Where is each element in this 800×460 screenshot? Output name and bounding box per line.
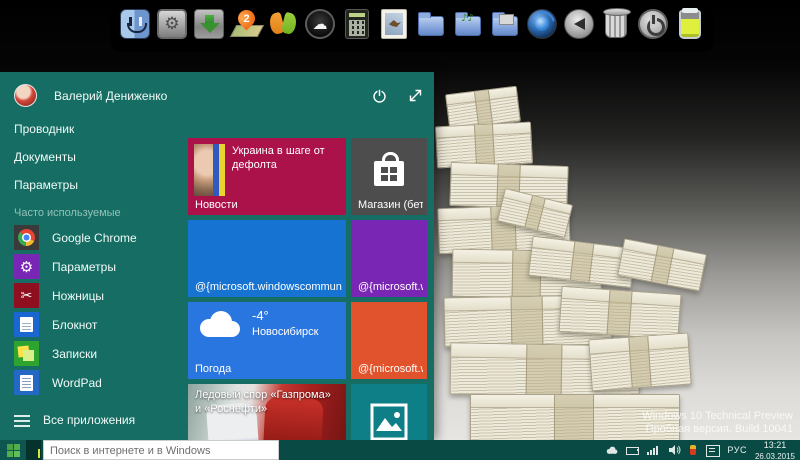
start-menu: Валерий Дениженко Проводник Документы Па… — [0, 72, 434, 440]
tile-store[interactable]: Магазин (бета-версия) — [351, 138, 427, 215]
app-item-wordpad[interactable]: WordPad — [14, 368, 137, 397]
money-stack — [588, 333, 691, 392]
search-input[interactable] — [44, 442, 278, 460]
windows-logo-icon — [7, 444, 20, 457]
desktop: Windows 10 Technical Preview Пробная вер… — [0, 0, 800, 460]
watermark-line2: Пробная версия. Build 10041 — [642, 423, 793, 436]
sticky-notes-icon — [14, 341, 39, 366]
app-item-settings[interactable]: ⚙ Параметры — [14, 252, 137, 281]
sport-headline: Ледовый спор «Газпрома» и «Роснефти» — [195, 388, 339, 416]
wordpad-icon — [14, 370, 39, 395]
nav-item-settings[interactable]: Параметры — [14, 179, 78, 191]
downloads-box-icon[interactable] — [191, 5, 227, 43]
trash-icon[interactable] — [598, 5, 634, 43]
chrome-icon — [14, 225, 39, 250]
calculator-icon[interactable] — [339, 5, 375, 43]
app-label: Google Chrome — [52, 231, 137, 245]
photos-icon — [370, 403, 408, 440]
tile-caption: @{microsoft.win — [358, 281, 423, 293]
battery-glass-icon[interactable] — [672, 5, 708, 43]
power-dock-icon[interactable] — [635, 5, 671, 43]
language-indicator[interactable]: РУС — [727, 445, 747, 455]
app-item-notepad[interactable]: Блокнот — [14, 310, 137, 339]
documents-folder-icon[interactable] — [413, 5, 449, 43]
dock: ⚙ 2 ☁ — [111, 0, 714, 52]
start-button[interactable] — [0, 440, 26, 460]
music-folder-icon[interactable] — [450, 5, 486, 43]
notepad-icon — [14, 312, 39, 337]
web-browser-icon[interactable] — [524, 5, 560, 43]
butterfly-icon[interactable] — [265, 5, 301, 43]
build-watermark: Windows 10 Technical Preview Пробная вер… — [642, 410, 793, 436]
media-folder-icon[interactable] — [487, 5, 523, 43]
pinned-app-icon[interactable] — [26, 440, 41, 460]
tile-grid: Украина в шаге от дефолта Новости Магази… — [188, 138, 428, 440]
tile-photos[interactable] — [351, 384, 427, 440]
news-headline: Украина в шаге от дефолта — [232, 144, 341, 172]
tile-communications-purple[interactable]: @{microsoft.win — [351, 220, 427, 297]
tile-weather[interactable]: -4° Новосибирск Погода — [188, 302, 346, 379]
nav-item-documents[interactable]: Документы — [14, 151, 78, 163]
news-photo — [194, 144, 225, 196]
all-apps-button[interactable]: Все приложения — [14, 413, 135, 427]
gear-icon: ⚙ — [14, 254, 39, 279]
app-item-stickynotes[interactable]: Записки — [14, 339, 137, 368]
user-avatar[interactable] — [14, 84, 37, 107]
map-pin-badge: 2 — [243, 13, 249, 25]
tile-sport-news[interactable]: Ледовый спор «Газпрома» и «Роснефти» — [188, 384, 346, 440]
expand-icon[interactable] — [407, 87, 424, 104]
media-player-icon[interactable] — [561, 5, 597, 43]
clock-date: 26.03.2015 — [755, 451, 795, 460]
battery-icon[interactable] — [626, 444, 639, 456]
cloud-icon — [196, 311, 242, 339]
cloud-lens-icon[interactable]: ☁ — [302, 5, 338, 43]
watermark-line1: Windows 10 Technical Preview — [642, 410, 793, 423]
tile-communications-orange[interactable]: @{microsoft.win — [351, 302, 427, 379]
clock[interactable]: 13:21 26.03.2015 — [755, 440, 795, 460]
map-pin-icon[interactable]: 2 — [228, 5, 264, 43]
money-stack — [559, 286, 682, 340]
system-tray: РУС 13:21 26.03.2015 — [605, 440, 800, 460]
app-label: Ножницы — [52, 289, 104, 303]
all-apps-label: Все приложения — [43, 413, 135, 427]
scissors-icon: ✂ — [14, 283, 39, 308]
tile-news[interactable]: Украина в шаге от дефолта Новости — [188, 138, 346, 215]
volume-icon[interactable] — [668, 444, 681, 456]
start-menu-header: Валерий Дениженко — [14, 84, 424, 107]
app-label: Параметры — [52, 260, 116, 274]
clock-time: 13:21 — [764, 440, 787, 451]
app-label: WordPad — [52, 376, 102, 390]
finder-icon[interactable] — [117, 5, 153, 43]
onedrive-cloud-icon[interactable] — [605, 444, 618, 456]
power-icon[interactable] — [371, 87, 388, 104]
nav-item-explorer[interactable]: Проводник — [14, 123, 78, 135]
frequent-apps-list: Google Chrome ⚙ Параметры ✂ Ножницы Блок… — [14, 223, 137, 397]
taskbar: РУС 13:21 26.03.2015 — [0, 440, 800, 460]
tile-caption: @{microsoft.windowscommunicatio — [195, 281, 342, 293]
frequent-section-header: Часто используемые — [14, 207, 121, 219]
tile-caption: Погода — [195, 363, 342, 375]
taskbar-search — [43, 440, 279, 460]
store-bag-icon — [374, 161, 404, 186]
list-icon — [14, 414, 30, 427]
notification-flag-icon[interactable] — [689, 444, 698, 456]
start-nav: Проводник Документы Параметры — [14, 123, 78, 207]
money-stack — [435, 122, 533, 169]
tile-caption: @{microsoft.win — [358, 363, 423, 375]
app-item-snipping[interactable]: ✂ Ножницы — [14, 281, 137, 310]
weather-temperature: -4° — [252, 308, 269, 323]
app-item-chrome[interactable]: Google Chrome — [14, 223, 137, 252]
weather-city: Новосибирск — [252, 326, 318, 338]
tile-communications-wide[interactable]: @{microsoft.windowscommunicatio — [188, 220, 346, 297]
action-center-icon[interactable] — [706, 444, 719, 456]
user-name[interactable]: Валерий Дениженко — [54, 89, 167, 103]
mail-stamp-icon[interactable] — [376, 5, 412, 43]
tile-caption: Магазин (бета-версия) — [358, 199, 423, 211]
app-label: Записки — [52, 347, 97, 361]
tile-caption: Новости — [195, 199, 342, 211]
system-gears-icon[interactable]: ⚙ — [154, 5, 190, 43]
app-label: Блокнот — [52, 318, 97, 332]
network-signal-icon[interactable] — [647, 444, 660, 456]
